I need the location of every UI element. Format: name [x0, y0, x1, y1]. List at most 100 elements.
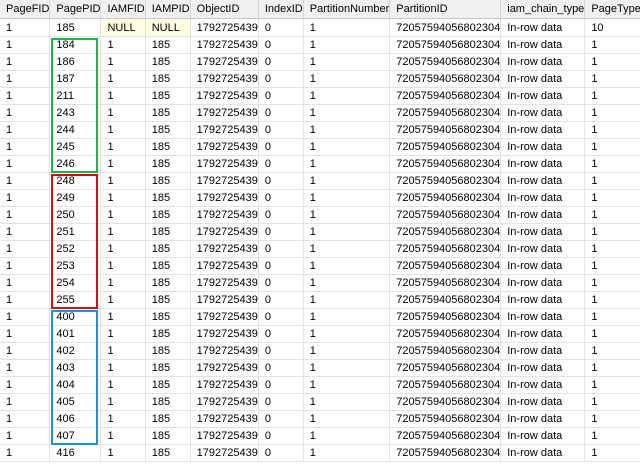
table-cell[interactable]: 0 — [258, 325, 304, 343]
table-cell[interactable]: 1 — [0, 325, 51, 343]
table-cell[interactable]: 1792725439 — [190, 291, 259, 309]
table-cell[interactable]: 1 — [584, 155, 640, 173]
table-cell[interactable]: 1792725439 — [190, 18, 259, 37]
table-cell[interactable]: 253 — [49, 257, 102, 275]
table-cell[interactable]: 1792725439 — [190, 121, 259, 139]
table-cell[interactable]: 186 — [49, 53, 102, 71]
table-cell[interactable]: 1 — [100, 70, 146, 88]
table-cell[interactable]: 1 — [0, 427, 51, 445]
table-cell[interactable]: 1 — [303, 87, 391, 105]
table-cell[interactable]: 1 — [303, 223, 391, 241]
table-cell[interactable]: 1 — [303, 342, 391, 360]
table-cell[interactable]: 1 — [0, 291, 51, 309]
table-cell[interactable]: 0 — [258, 291, 304, 309]
table-cell[interactable]: 184 — [49, 36, 102, 54]
table-cell[interactable]: In-row data — [500, 376, 586, 394]
table-cell[interactable]: 1 — [0, 376, 51, 394]
table-cell[interactable]: 1 — [303, 36, 391, 54]
table-cell[interactable]: 1792725439 — [190, 172, 259, 190]
table-cell[interactable]: 1 — [100, 189, 146, 207]
table-cell[interactable]: 1 — [100, 359, 146, 377]
table-cell[interactable]: In-row data — [500, 325, 586, 343]
table-cell[interactable]: 1 — [303, 172, 391, 190]
table-cell[interactable]: 1 — [100, 444, 146, 462]
table-cell[interactable]: In-row data — [500, 138, 586, 156]
table-cell[interactable]: 1 — [584, 53, 640, 71]
table-cell[interactable]: 1 — [100, 172, 146, 190]
table-cell[interactable]: 248 — [49, 172, 102, 190]
table-cell[interactable]: 1 — [100, 308, 146, 326]
table-cell[interactable]: 1 — [584, 291, 640, 309]
table-cell[interactable]: 403 — [49, 359, 102, 377]
table-cell[interactable]: 1 — [303, 291, 391, 309]
table-cell[interactable]: 0 — [258, 206, 304, 224]
table-cell[interactable]: 252 — [49, 240, 102, 258]
table-cell[interactable]: 1 — [100, 393, 146, 411]
table-cell[interactable]: In-row data — [500, 410, 586, 428]
table-cell[interactable]: 1 — [303, 274, 391, 292]
table-cell[interactable]: 1 — [0, 410, 51, 428]
table-cell[interactable]: In-row data — [500, 104, 586, 122]
table-cell[interactable]: 185 — [145, 104, 191, 122]
table-cell[interactable]: 1 — [584, 274, 640, 292]
table-cell[interactable]: 1 — [584, 172, 640, 190]
table-cell[interactable]: 72057594056802304 — [389, 206, 502, 224]
table-cell[interactable]: NULL — [145, 18, 191, 37]
table-cell[interactable]: 1 — [100, 342, 146, 360]
table-cell[interactable]: In-row data — [500, 274, 586, 292]
table-cell[interactable]: 1 — [0, 189, 51, 207]
column-header-pagetype[interactable]: PageType — [584, 0, 640, 19]
table-cell[interactable]: 72057594056802304 — [389, 70, 502, 88]
table-cell[interactable]: 1 — [303, 189, 391, 207]
table-cell[interactable]: 1792725439 — [190, 36, 259, 54]
table-cell[interactable]: 185 — [145, 155, 191, 173]
table-cell[interactable]: 251 — [49, 223, 102, 241]
table-cell[interactable]: 1 — [584, 223, 640, 241]
table-cell[interactable]: 72057594056802304 — [389, 274, 502, 292]
table-cell[interactable]: 1 — [303, 427, 391, 445]
table-cell[interactable]: 185 — [145, 240, 191, 258]
table-cell[interactable]: 0 — [258, 427, 304, 445]
table-cell[interactable]: 185 — [145, 308, 191, 326]
table-cell[interactable]: 1792725439 — [190, 410, 259, 428]
table-cell[interactable]: 1792725439 — [190, 427, 259, 445]
table-cell[interactable]: 185 — [145, 342, 191, 360]
table-row[interactable]: 1 249 1 185 1792725439 0 1 72057594056802304 In-… — [0, 189, 640, 207]
table-cell[interactable]: 185 — [145, 257, 191, 275]
table-cell[interactable]: In-row data — [500, 393, 586, 411]
table-cell[interactable]: 72057594056802304 — [389, 155, 502, 173]
table-cell[interactable]: In-row data — [500, 36, 586, 54]
table-cell[interactable]: 0 — [258, 155, 304, 173]
table-cell[interactable]: 72057594056802304 — [389, 138, 502, 156]
table-cell[interactable]: 0 — [258, 359, 304, 377]
table-row[interactable]: 1 186 1 185 1792725439 0 1 72057594056802304 In-… — [0, 53, 640, 71]
table-cell[interactable]: 1 — [0, 87, 51, 105]
table-cell[interactable]: 72057594056802304 — [389, 121, 502, 139]
table-cell[interactable]: 185 — [145, 274, 191, 292]
table-cell[interactable]: 1792725439 — [190, 308, 259, 326]
table-row[interactable]: 1 400 1 185 1792725439 0 1 72057594056802304 In-… — [0, 308, 640, 326]
table-cell[interactable]: 1792725439 — [190, 274, 259, 292]
table-cell[interactable]: 1 — [303, 70, 391, 88]
table-cell[interactable]: 0 — [258, 257, 304, 275]
table-cell[interactable]: 72057594056802304 — [389, 359, 502, 377]
table-cell[interactable]: 0 — [258, 223, 304, 241]
table-cell[interactable]: 72057594056802304 — [389, 36, 502, 54]
table-cell[interactable]: 1 — [584, 444, 640, 462]
table-cell[interactable]: 1 — [584, 206, 640, 224]
table-cell[interactable]: 1792725439 — [190, 376, 259, 394]
table-cell[interactable]: 1 — [0, 36, 51, 54]
table-cell[interactable]: 1 — [100, 223, 146, 241]
table-row[interactable]: 1 407 1 185 1792725439 0 1 72057594056802304 In-… — [0, 427, 640, 445]
table-cell[interactable]: In-row data — [500, 308, 586, 326]
table-cell[interactable]: 1792725439 — [190, 444, 259, 462]
table-cell[interactable]: 1 — [303, 393, 391, 411]
table-cell[interactable]: 72057594056802304 — [389, 18, 502, 37]
table-cell[interactable]: 0 — [258, 189, 304, 207]
table-cell[interactable]: 0 — [258, 121, 304, 139]
column-header-iam-chain-type[interactable]: iam_chain_type — [500, 0, 586, 19]
table-cell[interactable]: In-row data — [500, 53, 586, 71]
table-cell[interactable]: 1792725439 — [190, 155, 259, 173]
table-cell[interactable]: 402 — [49, 342, 102, 360]
table-cell[interactable]: 185 — [145, 53, 191, 71]
